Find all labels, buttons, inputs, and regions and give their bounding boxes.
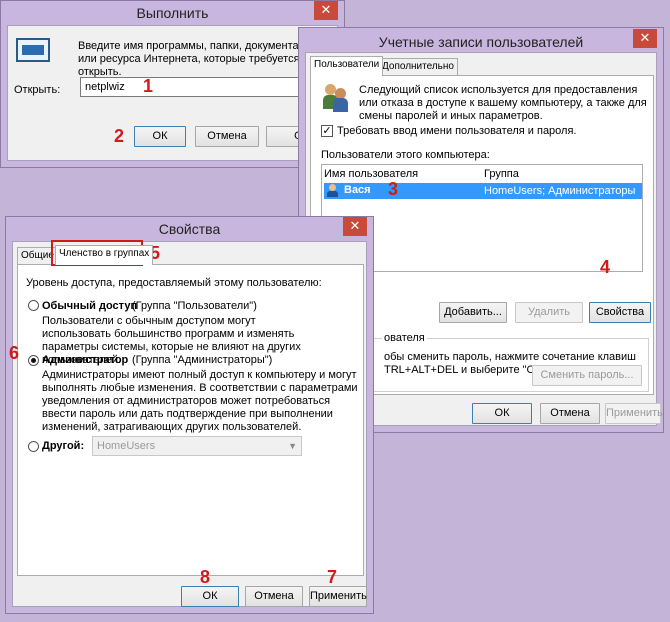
- users-list-label: Пользователи этого компьютера:: [321, 149, 490, 161]
- run-description: Введите имя программы, папки, документа …: [78, 40, 300, 78]
- step-marker-2: 2: [114, 126, 125, 146]
- change-password-button[interactable]: Сменить пароль...: [532, 365, 642, 386]
- accounts-ok-button[interactable]: ОК: [472, 403, 532, 424]
- standard-access-label[interactable]: Обычный доступ: [42, 300, 137, 312]
- users-icon: [323, 84, 349, 112]
- accounts-apply-button[interactable]: Применить: [605, 403, 663, 424]
- standard-access-radio[interactable]: [28, 300, 39, 311]
- password-text-line-1: обы сменить пароль, нажмите сочетание кл…: [384, 351, 636, 363]
- standard-access-group: (Группа "Пользователи"): [132, 300, 257, 312]
- tab-users[interactable]: Пользователи: [310, 56, 384, 76]
- other-group-select[interactable]: HomeUsers ▼: [92, 436, 302, 456]
- run-open-label: Открыть:: [14, 84, 61, 96]
- other-label[interactable]: Другой:: [42, 440, 84, 452]
- step-marker-4: 4: [600, 257, 611, 277]
- table-row[interactable]: Вася HomeUsers; Администраторы: [324, 183, 642, 199]
- run-client: Введите имя программы, папки, документа …: [7, 25, 342, 161]
- require-login-checkbox[interactable]: ✓: [321, 125, 333, 137]
- column-header-name[interactable]: Имя пользователя: [324, 168, 418, 180]
- step-marker-8: 8: [200, 567, 211, 587]
- properties-close-icon[interactable]: ✕: [343, 217, 367, 236]
- user-name: Вася: [344, 184, 371, 196]
- step-marker-3: 3: [388, 179, 399, 199]
- run-cancel-button[interactable]: Отмена: [195, 126, 259, 147]
- user-icon: [326, 184, 338, 197]
- run-dialog: Выполнить ✕ Введите имя программы, папки…: [0, 0, 345, 168]
- properties-cancel-button[interactable]: Отмена: [245, 586, 303, 607]
- administrator-radio[interactable]: [28, 355, 39, 366]
- tab-advanced[interactable]: Дополнительно: [378, 58, 458, 76]
- require-login-label: Требовать ввод имени пользователя и паро…: [337, 125, 577, 137]
- accounts-description: Следующий список используется для предос…: [359, 84, 647, 122]
- administrator-description: Администраторы имеют полный доступ к ком…: [42, 369, 358, 433]
- run-ok-button[interactable]: ОК: [134, 126, 186, 147]
- administrator-label[interactable]: Администратор: [42, 354, 128, 366]
- add-user-button[interactable]: Добавить...: [439, 302, 507, 323]
- column-header-group[interactable]: Группа: [484, 168, 519, 180]
- step-marker-1: 1: [143, 76, 154, 96]
- run-app-icon: [16, 38, 50, 62]
- properties-ok-button[interactable]: ОК: [181, 586, 239, 607]
- tab-group-membership[interactable]: Членство в группах: [55, 245, 154, 265]
- run-title: Выполнить: [136, 5, 209, 21]
- step-marker-7: 7: [327, 567, 338, 587]
- other-group-value: HomeUsers: [97, 440, 156, 452]
- properties-client: Общие Членство в группах Уровень доступа…: [12, 241, 367, 607]
- accounts-close-icon[interactable]: ✕: [633, 29, 657, 48]
- accounts-title: Учетные записи пользователей: [378, 34, 584, 50]
- accounts-cancel-button[interactable]: Отмена: [540, 403, 600, 424]
- properties-dialog: Свойства ✕ Общие Членство в группах Уров…: [5, 216, 374, 614]
- properties-tab-panel: Уровень доступа, предоставляемый этому п…: [17, 264, 364, 576]
- access-level-label: Уровень доступа, предоставляемый этому п…: [26, 277, 322, 289]
- run-close-icon[interactable]: ✕: [314, 1, 338, 20]
- properties-title: Свойства: [158, 221, 221, 237]
- user-group: HomeUsers; Администраторы: [484, 185, 636, 197]
- other-radio[interactable]: [28, 441, 39, 452]
- run-input-value: netplwiz: [85, 81, 125, 93]
- properties-apply-button[interactable]: Применить: [309, 586, 367, 607]
- password-group-label: ователя: [382, 332, 427, 344]
- step-marker-6: 6: [9, 343, 20, 363]
- administrator-group: (Группа "Администраторы"): [132, 354, 273, 366]
- user-properties-button[interactable]: Свойства: [589, 302, 651, 323]
- remove-user-button[interactable]: Удалить: [515, 302, 583, 323]
- chevron-down-icon: ▼: [288, 441, 297, 451]
